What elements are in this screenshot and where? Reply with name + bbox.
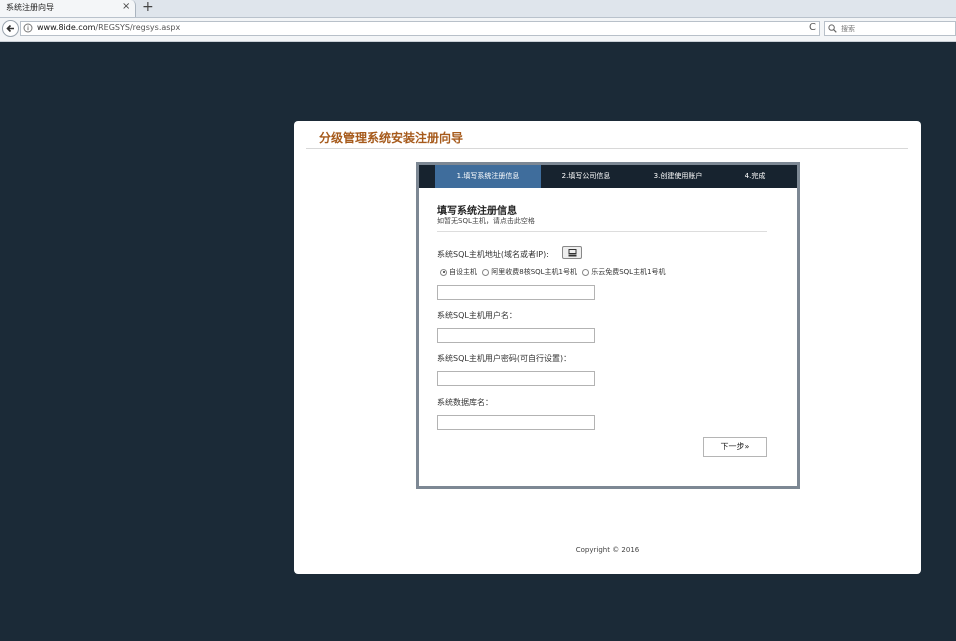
search-bar[interactable]: 搜索: [824, 21, 956, 36]
user-input[interactable]: [437, 328, 595, 343]
search-placeholder: 搜索: [841, 25, 855, 33]
url-path: /REGSYS/regsys.aspx: [95, 23, 181, 32]
new-tab-icon[interactable]: +: [142, 0, 154, 15]
title-divider: [306, 148, 908, 149]
radio-self-host-label: 自设主机: [449, 268, 477, 276]
info-icon[interactable]: [23, 23, 33, 33]
radio-leyun-host[interactable]: [582, 268, 590, 276]
copyright-footer: Copyright © 2016: [575, 546, 640, 554]
radio-aliyun-host[interactable]: [482, 268, 490, 276]
url-domain: www.8ide.com: [37, 23, 96, 32]
page-title: 分级管理系统安装注册向导: [319, 131, 464, 145]
section-subtitle[interactable]: 如暂无SQL主机，请点击此空格: [437, 216, 535, 226]
host-input[interactable]: [437, 285, 595, 300]
tab-title: 系统注册向导: [6, 3, 54, 12]
next-button[interactable]: 下一步»: [703, 437, 767, 457]
browser-tab-bar: 系统注册向导 × +: [0, 0, 956, 18]
server-icon: [568, 249, 577, 257]
url-text: www.8ide.com/REGSYS/regsys.aspx: [37, 23, 180, 32]
host-type-radios: 自设主机 阿里收费8核SQL主机1号机 乐云免费SQL主机1号机: [440, 267, 669, 277]
radio-self-host[interactable]: [440, 268, 447, 276]
dbname-label: 系统数据库名：: [437, 398, 493, 407]
reload-icon[interactable]: C: [809, 22, 816, 33]
step-4[interactable]: 4.完成: [725, 165, 785, 188]
search-icon: [828, 24, 837, 33]
wizard-steps: 1.填写系统注册信息 2.填写公司信息 3.创建使用账户 4.完成: [419, 165, 797, 188]
close-icon[interactable]: ×: [122, 1, 130, 12]
password-input[interactable]: [437, 371, 595, 386]
section-divider: [437, 231, 767, 232]
host-label: 系统SQL主机地址(域名或者IP):: [437, 250, 549, 259]
host-picker-button[interactable]: [562, 246, 582, 259]
step-1[interactable]: 1.填写系统注册信息: [435, 165, 541, 188]
radio-aliyun-host-label: 阿里收费8核SQL主机1号机: [491, 268, 577, 276]
address-bar[interactable]: www.8ide.com/REGSYS/regsys.aspx C: [20, 21, 820, 36]
browser-tab[interactable]: 系统注册向导 ×: [0, 0, 136, 17]
password-label: 系统SQL主机用户密码(可自行设置)：: [437, 354, 572, 363]
step-3[interactable]: 3.创建使用账户: [631, 165, 725, 188]
step-2[interactable]: 2.填写公司信息: [541, 165, 631, 188]
main-panel: 分级管理系统安装注册向导 1.填写系统注册信息 2.填写公司信息 3.创建使用账…: [294, 121, 921, 574]
section-title: 填写系统注册信息: [437, 206, 517, 217]
wizard-box: 1.填写系统注册信息 2.填写公司信息 3.创建使用账户 4.完成 填写系统注册…: [416, 162, 800, 489]
radio-leyun-host-label: 乐云免费SQL主机1号机: [591, 268, 666, 276]
user-label: 系统SQL主机用户名：: [437, 311, 517, 320]
browser-nav-bar: www.8ide.com/REGSYS/regsys.aspx C 搜索: [0, 18, 956, 42]
back-arrow-icon: [6, 24, 14, 33]
back-button[interactable]: [2, 20, 19, 37]
dbname-input[interactable]: [437, 415, 595, 430]
